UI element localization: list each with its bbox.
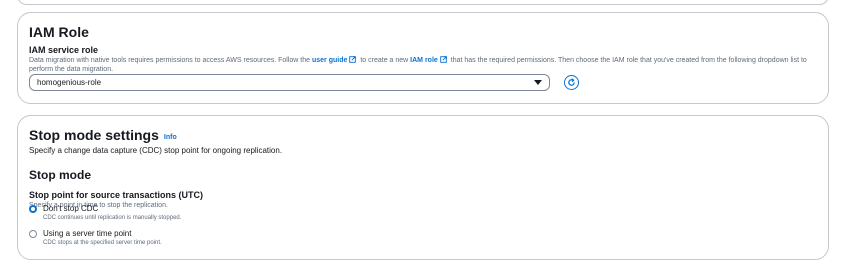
iam-role-title: IAM Role: [29, 24, 89, 40]
iam-role-select[interactable]: homogenious-role: [29, 74, 550, 91]
iam-role-panel: IAM Role IAM service role Data migration…: [17, 12, 829, 104]
option-description: CDC stops at the specified server time p…: [43, 240, 162, 246]
iam-service-role-label: IAM service role: [29, 45, 99, 55]
stop-point-label: Stop point for source transactions (UTC): [29, 190, 204, 200]
caret-down-icon: [534, 80, 542, 85]
info-link[interactable]: Info: [164, 134, 177, 141]
stop-mode-settings-title: Stop mode settings: [29, 127, 159, 143]
iam-role-selected-value: homogenious-role: [37, 78, 102, 87]
user-guide-link[interactable]: user guide: [312, 57, 347, 64]
previous-panel: [17, 0, 829, 5]
refresh-icon: [568, 78, 575, 86]
option-description: CDC continues until replication is manua…: [43, 215, 182, 221]
iam-role-description: Data migration with native tools require…: [29, 56, 819, 74]
refresh-button[interactable]: [564, 75, 579, 90]
radio-button[interactable]: [29, 205, 37, 213]
external-link-icon: [440, 56, 447, 63]
option-label: Using a server time point: [43, 229, 132, 238]
stop-mode-heading: Stop mode: [29, 168, 91, 182]
external-link-icon: [349, 56, 357, 63]
desc-text-1: Data migration with native tools require…: [29, 57, 311, 64]
stop-mode-subtitle: Specify a change data capture (CDC) stop…: [29, 146, 283, 155]
radio-button[interactable]: [29, 230, 37, 238]
stop-mode-panel: Stop mode settings Info Specify a change …: [17, 115, 829, 260]
option-label: Don't stop CDC: [43, 204, 99, 213]
desc-text-2: to create a new: [360, 57, 409, 64]
radio-option-server-time[interactable]: Using a server time point CDC stops at t…: [29, 229, 162, 247]
iam-role-link[interactable]: IAM role: [410, 57, 438, 64]
iam-role-select-row: homogenious-role: [29, 74, 579, 91]
radio-option-dont-stop[interactable]: Don't stop CDC CDC continues until repli…: [29, 204, 181, 222]
